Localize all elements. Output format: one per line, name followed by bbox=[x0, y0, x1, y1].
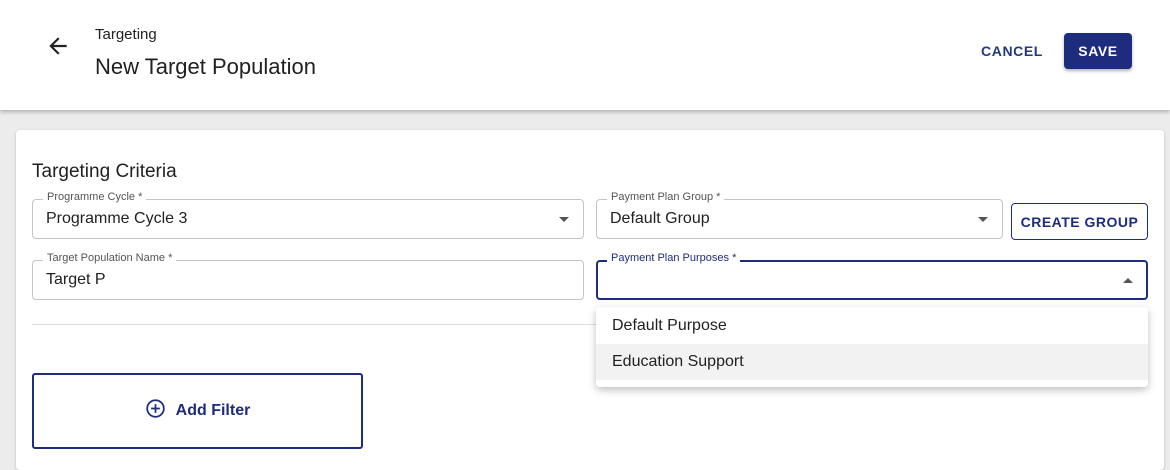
page-title: New Target Population bbox=[95, 54, 316, 79]
field-label: Target Population Name * bbox=[43, 252, 177, 264]
field-value[interactable]: Target P bbox=[46, 271, 106, 289]
chevron-down-icon[interactable] bbox=[978, 217, 988, 222]
field-value: Default Group bbox=[610, 210, 710, 227]
payment-plan-purposes-options: Default Purpose Education Support bbox=[596, 307, 1148, 387]
plus-circle-icon bbox=[145, 398, 166, 424]
section-title: Targeting Criteria bbox=[32, 161, 177, 182]
payment-plan-purposes-select[interactable]: Payment Plan Purposes * bbox=[596, 252, 1148, 300]
chevron-down-icon[interactable] bbox=[559, 217, 569, 222]
field-label: Programme Cycle * bbox=[43, 191, 147, 203]
cancel-button[interactable]: CANCEL bbox=[972, 37, 1052, 65]
add-filter-button[interactable]: Add Filter bbox=[32, 373, 363, 449]
payment-plan-group-select[interactable]: Payment Plan Group * Default Group bbox=[596, 191, 1003, 239]
chevron-up-icon[interactable] bbox=[1123, 278, 1133, 283]
option-default-purpose[interactable]: Default Purpose bbox=[596, 308, 1148, 344]
field-label: Payment Plan Purposes * bbox=[607, 252, 741, 264]
field-value: Programme Cycle 3 bbox=[46, 210, 188, 227]
save-button[interactable]: SAVE bbox=[1064, 33, 1132, 69]
target-population-name-input[interactable]: Target Population Name * Target P bbox=[32, 252, 584, 300]
field-label: Payment Plan Group * bbox=[607, 191, 725, 203]
option-education-support[interactable]: Education Support bbox=[596, 344, 1148, 380]
add-filter-label: Add Filter bbox=[175, 402, 251, 419]
breadcrumb[interactable]: Targeting bbox=[95, 26, 157, 43]
create-group-button[interactable]: CREATE GROUP bbox=[1011, 203, 1148, 240]
programme-cycle-select[interactable]: Programme Cycle * Programme Cycle 3 bbox=[32, 191, 584, 239]
arrow-left-icon bbox=[45, 33, 71, 64]
app-header: Targeting New Target Population CANCEL S… bbox=[0, 0, 1170, 110]
back-button[interactable] bbox=[40, 30, 76, 66]
